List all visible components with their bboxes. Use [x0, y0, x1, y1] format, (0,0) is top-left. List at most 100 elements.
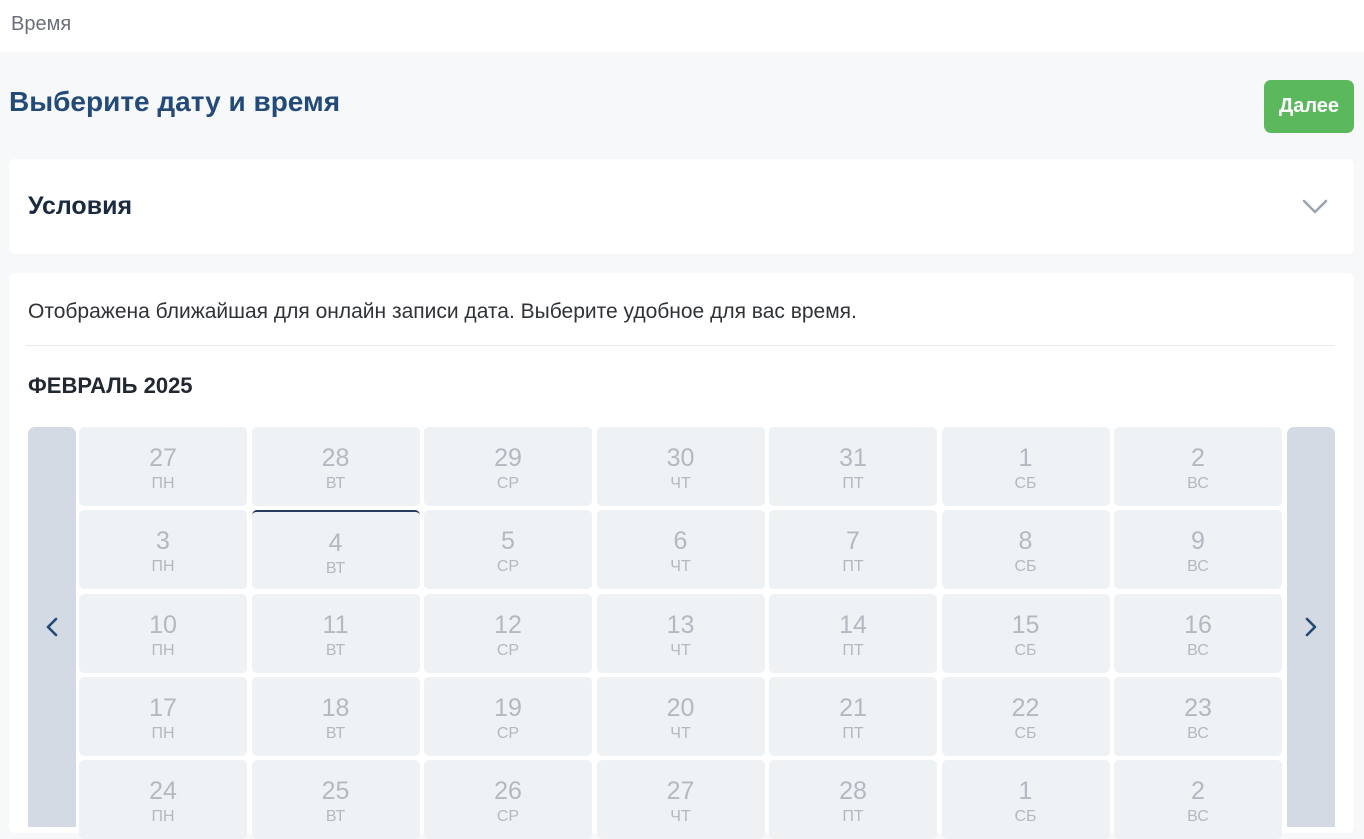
- day-number: 2: [1191, 777, 1205, 806]
- calendar-day-cell[interactable]: 11 ВТ: [251, 593, 420, 673]
- calendar-day-cell[interactable]: 17 ПН: [79, 676, 247, 756]
- day-of-week: ЧТ: [670, 641, 691, 659]
- calendar-day-cell[interactable]: 9 ВС: [1114, 510, 1282, 590]
- day-of-week: ЧТ: [670, 558, 691, 576]
- day-of-week: ЧТ: [670, 808, 691, 826]
- day-of-week: СР: [496, 558, 520, 576]
- day-of-week: ВТ: [325, 808, 346, 826]
- day-number: 15: [1011, 610, 1040, 639]
- calendar-day-cell[interactable]: 21 ПТ: [769, 676, 937, 756]
- calendar-day-cell[interactable]: 6 ЧТ: [596, 510, 765, 590]
- prev-week-button[interactable]: [28, 427, 76, 827]
- calendar-day-cell[interactable]: 28 ПТ: [769, 760, 937, 839]
- calendar-day-cell[interactable]: 24 ПН: [79, 760, 247, 839]
- breadcrumb: Время: [11, 13, 72, 35]
- day-of-week: СР: [496, 808, 520, 826]
- top-bar: Время: [0, 0, 1364, 52]
- day-number: 28: [321, 444, 350, 472]
- day-of-week: ВС: [1187, 475, 1209, 492]
- chevron-right-icon: [1305, 617, 1317, 637]
- day-of-week: ПТ: [842, 724, 864, 742]
- day-number: 14: [839, 610, 867, 639]
- conditions-label: Условия: [28, 192, 133, 220]
- calendar-day-cell[interactable]: 20 ЧТ: [596, 676, 765, 756]
- chevron-down-icon[interactable]: [1302, 193, 1328, 219]
- calendar-day-cell[interactable]: 2 ВС: [1114, 427, 1282, 506]
- day-of-week: ВТ: [325, 475, 346, 492]
- calendar-day-cell[interactable]: 18 ВТ: [251, 676, 420, 756]
- next-button[interactable]: Далее: [1264, 80, 1354, 133]
- day-of-week: ПТ: [842, 558, 864, 576]
- day-of-week: ПТ: [842, 641, 864, 659]
- calendar-info-text: Отображена ближайшая для онлайн записи д…: [28, 300, 857, 323]
- day-of-week: СР: [496, 724, 520, 742]
- day-of-week: ПТ: [842, 475, 864, 492]
- day-of-week: ВС: [1187, 724, 1209, 742]
- day-of-week: СР: [496, 475, 520, 492]
- calendar-day-cell[interactable]: 10 ПН: [79, 593, 247, 673]
- calendar-day-cell[interactable]: 1 СБ: [941, 427, 1110, 506]
- next-week-button[interactable]: [1287, 427, 1335, 827]
- conditions-accordion[interactable]: Условия: [9, 159, 1354, 254]
- calendar-day-cell[interactable]: 15 СБ: [941, 593, 1110, 673]
- day-number: 3: [156, 527, 170, 556]
- day-of-week: СБ: [1014, 808, 1037, 826]
- page-title: Выберите дату и время: [9, 86, 341, 117]
- calendar-day-cell[interactable]: 7 ПТ: [769, 510, 937, 590]
- calendar-day-cell[interactable]: 16 ВС: [1114, 593, 1282, 673]
- calendar-day-cell[interactable]: 14 ПТ: [769, 593, 937, 673]
- day-of-week: СБ: [1014, 641, 1037, 659]
- day-number: 28: [839, 777, 867, 806]
- day-of-week: ПТ: [842, 808, 864, 826]
- calendar-day-cell[interactable]: 27 ЧТ: [596, 760, 765, 839]
- month-label: ФЕВРАЛЬ 2025: [28, 373, 193, 398]
- day-number: 24: [149, 777, 177, 806]
- calendar-day-cell[interactable]: 4 ВТ: [251, 510, 420, 590]
- calendar-day-cell[interactable]: 27 ПН: [79, 427, 247, 506]
- day-number: 29: [494, 444, 522, 472]
- day-of-week: ПН: [151, 724, 175, 742]
- calendar-day-cell[interactable]: 29 СР: [424, 427, 592, 506]
- calendar-day-cell[interactable]: 2 ВС: [1114, 760, 1282, 839]
- day-of-week: СБ: [1014, 558, 1037, 576]
- day-number: 7: [846, 527, 860, 556]
- calendar-day-cell[interactable]: 28 ВТ: [251, 427, 420, 506]
- calendar-day-cell[interactable]: 19 СР: [424, 676, 592, 756]
- calendar-day-cell[interactable]: 12 СР: [424, 593, 592, 673]
- calendar-day-cell[interactable]: 1 СБ: [941, 760, 1110, 839]
- calendar-day-cell[interactable]: 22 СБ: [941, 676, 1110, 756]
- calendar-day-cell[interactable]: 25 ВТ: [251, 760, 420, 839]
- day-of-week: ВТ: [325, 641, 346, 659]
- calendar-day-cell[interactable]: 23 ВС: [1114, 676, 1282, 756]
- day-number: 20: [666, 693, 695, 722]
- day-of-week: ПН: [151, 558, 175, 576]
- day-of-week: ВТ: [325, 724, 346, 742]
- day-number: 30: [666, 444, 695, 472]
- day-of-week: ЧТ: [670, 724, 691, 742]
- day-of-week: СБ: [1014, 724, 1037, 742]
- day-number: 6: [673, 527, 688, 556]
- calendar-day-cell[interactable]: 31 ПТ: [769, 427, 937, 506]
- day-number: 27: [149, 444, 177, 472]
- day-of-week: ВТ: [325, 560, 346, 578]
- day-number: 2: [1191, 444, 1205, 472]
- day-number: 5: [501, 527, 515, 556]
- calendar-day-cell[interactable]: 8 СБ: [941, 510, 1110, 590]
- day-number: 23: [1184, 693, 1212, 722]
- day-of-week: ПН: [151, 808, 175, 826]
- calendar-day-cell[interactable]: 5 СР: [424, 510, 592, 590]
- day-number: 8: [1018, 527, 1033, 556]
- day-number: 4: [328, 529, 343, 558]
- day-of-week: ПН: [151, 641, 175, 659]
- calendar-day-cell[interactable]: 13 ЧТ: [596, 593, 765, 673]
- day-number: 9: [1191, 527, 1205, 556]
- day-number: 18: [321, 693, 350, 722]
- divider: [26, 345, 1335, 346]
- day-number: 19: [494, 693, 522, 722]
- calendar-day-cell[interactable]: 26 СР: [424, 760, 592, 839]
- calendar-day-cell[interactable]: 3 ПН: [79, 510, 247, 590]
- day-number: 22: [1011, 693, 1040, 722]
- day-number: 1: [1018, 444, 1033, 472]
- chevron-left-icon: [46, 617, 58, 637]
- calendar-day-cell[interactable]: 30 ЧТ: [596, 427, 765, 506]
